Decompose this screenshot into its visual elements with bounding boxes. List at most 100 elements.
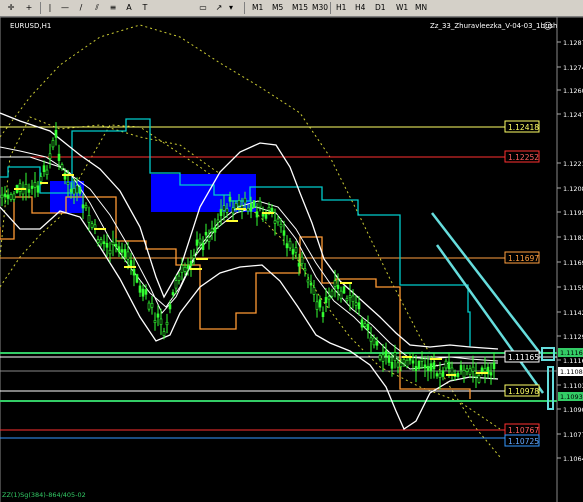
level-label: 1.10767: [504, 423, 540, 436]
candle-body: [462, 370, 466, 378]
candle-body: [189, 260, 193, 266]
fibonacci-icon[interactable]: ≡: [106, 1, 120, 15]
price-tick-label: 1.12215: [563, 160, 583, 168]
candle-body: [363, 323, 367, 327]
chevron-down-icon[interactable]: ▾: [226, 1, 236, 15]
price-tick-label: 1.11165: [563, 357, 583, 365]
candle-body: [399, 362, 403, 367]
price-tick-label: 1.12080: [563, 185, 583, 193]
candle-body: [459, 365, 463, 371]
candle-body: [171, 292, 175, 296]
price-tick-label: 1.10770: [563, 431, 583, 439]
timeframe-m5[interactable]: M5: [272, 1, 283, 15]
candle-body: [51, 140, 55, 148]
candle-body: [177, 275, 181, 281]
candle-body: [423, 364, 427, 369]
timeframe-m15[interactable]: M15: [292, 1, 308, 15]
candle-body: [258, 201, 262, 208]
candle-body: [168, 304, 172, 310]
price-chart[interactable]: 1.12418 1.12252 1.11697 1.11165 1.10978 …: [0, 17, 583, 502]
candle-body: [336, 284, 340, 289]
candle-body: [444, 360, 448, 369]
candle-body: [471, 366, 475, 372]
price-tick-label: 1.12475: [563, 111, 583, 119]
price-tick-label: 1.11690: [563, 259, 583, 267]
crosshair-icon[interactable]: +: [22, 1, 36, 15]
text-tool-icon[interactable]: A: [122, 1, 136, 15]
candle-body: [237, 200, 241, 207]
candle-body: [420, 358, 424, 362]
candle-body: [342, 286, 346, 294]
crosshair-cursor-icon[interactable]: ✛: [4, 1, 18, 15]
candle-body: [456, 373, 460, 377]
candle-body: [153, 320, 157, 323]
candle-body: [474, 373, 478, 378]
timeframe-h1[interactable]: H1: [336, 1, 346, 15]
candle-body: [222, 205, 226, 211]
candle-body: [162, 331, 166, 336]
candle-body: [378, 355, 382, 360]
candle-body: [84, 205, 88, 209]
horizontal-line-icon[interactable]: —: [58, 1, 72, 15]
candle-body: [123, 249, 127, 258]
candle-body: [213, 226, 217, 233]
timeframe-d1[interactable]: D1: [375, 1, 386, 15]
candle-body: [78, 186, 82, 194]
candle-body: [201, 242, 205, 250]
candle-body: [27, 189, 31, 193]
price-tick-label: 1.12605: [563, 87, 583, 95]
timeframe-m30[interactable]: M30: [312, 1, 328, 15]
timeframe-m1[interactable]: M1: [252, 1, 263, 15]
shapes-icon[interactable]: ▭: [196, 1, 210, 15]
svg-text:1.10767: 1.10767: [508, 426, 539, 435]
timeframe-mn[interactable]: MN: [415, 1, 427, 15]
candle-body: [156, 313, 160, 318]
candle-body: [390, 361, 394, 369]
price-tick-label: 1.12870: [563, 39, 583, 47]
candle-body: [90, 223, 94, 228]
vertical-line-icon[interactable]: |: [44, 1, 56, 15]
candle-body: [282, 230, 286, 236]
price-tick-label: 1.11295: [563, 333, 583, 341]
candle-body: [174, 280, 178, 289]
candle-body: [414, 366, 418, 372]
candle-body: [243, 197, 247, 204]
candle-body: [351, 295, 355, 302]
candle-body: [72, 188, 76, 195]
price-tick-label: 1.11425: [563, 309, 583, 317]
candle-body: [69, 188, 73, 193]
label-tool-icon[interactable]: T: [138, 1, 152, 15]
candle-body: [348, 295, 352, 298]
candle-body: [147, 302, 151, 310]
candle-body: [333, 280, 337, 287]
price-tick-label: 1.10640: [563, 455, 583, 463]
candle-body: [42, 165, 46, 173]
candle-body: [393, 352, 397, 361]
level-label: 1.10725: [504, 434, 540, 447]
timeframe-w1[interactable]: W1: [396, 1, 408, 15]
candle-body: [150, 303, 154, 308]
candle-body: [36, 185, 40, 193]
axis-marker: 1.11088: [558, 367, 583, 376]
channel-icon[interactable]: ⫽: [90, 1, 104, 15]
candle-body: [225, 208, 229, 213]
candle-body: [135, 274, 139, 283]
candle-body: [111, 241, 115, 246]
candle-body: [93, 224, 97, 229]
candle-body: [294, 247, 298, 253]
candle-body: [435, 373, 439, 377]
candle-body: [360, 319, 364, 328]
arrows-dropdown-icon[interactable]: ↗: [212, 1, 226, 15]
candle-body: [291, 249, 295, 255]
timeframe-h4[interactable]: H4: [355, 1, 365, 15]
candle-body: [345, 298, 349, 301]
candle-body: [411, 360, 415, 364]
toolbar-separator: [244, 2, 245, 14]
symbol-label: EURUSD,H1: [10, 22, 51, 30]
candle-body: [354, 302, 358, 306]
candle-body: [99, 239, 103, 245]
indicator-label: Zz_33_Zhuravleezka_V-04-03_1bush: [430, 22, 557, 30]
candle-body: [417, 361, 421, 370]
candle-body: [255, 211, 259, 218]
trendline-icon[interactable]: /: [74, 1, 88, 15]
